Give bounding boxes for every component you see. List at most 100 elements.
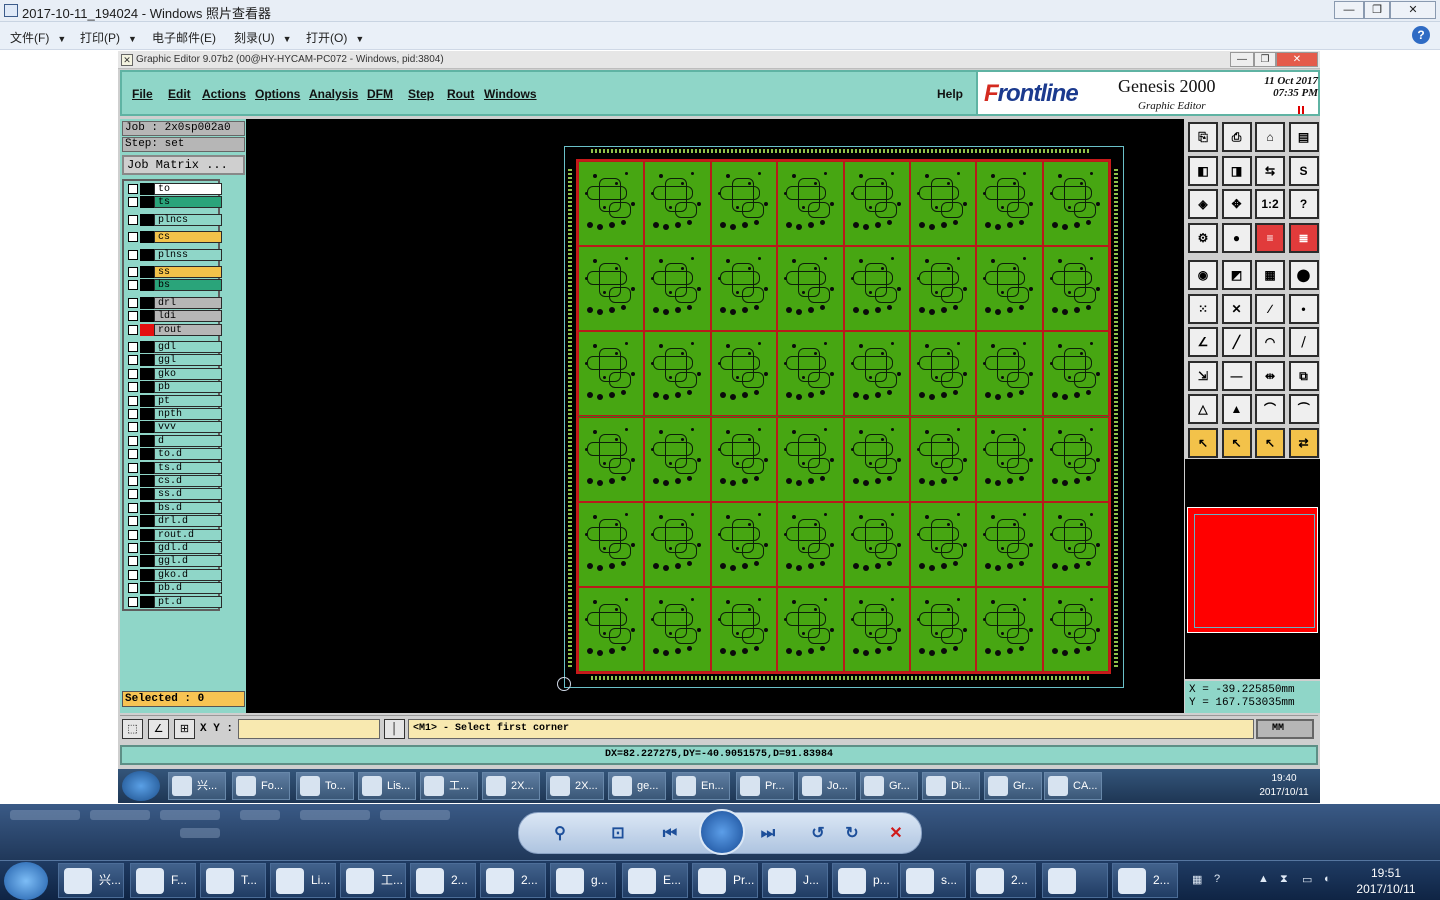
taskbar-button[interactable]: T... (200, 863, 266, 898)
layer-checkbox[interactable] (128, 249, 138, 260)
layer-name[interactable]: drl (154, 296, 222, 309)
grid-icon[interactable]: ⊞ (174, 719, 195, 739)
layer-name[interactable]: pb (154, 381, 222, 394)
menu-dfm[interactable]: DFM (367, 87, 393, 101)
layer-name[interactable]: ts (154, 196, 222, 209)
layer-row[interactable]: drl.d (126, 515, 222, 528)
layer-row[interactable]: pt (126, 394, 222, 407)
layer-checkbox[interactable] (128, 280, 138, 291)
layer-row[interactable]: gdl.d (126, 542, 222, 554)
layer-row[interactable]: pb.d (126, 582, 222, 595)
start-button[interactable] (4, 862, 48, 900)
close-button[interactable]: ✕ (1390, 1, 1436, 19)
pointer-1-icon[interactable]: ↖ (1188, 427, 1218, 458)
arch-1-icon[interactable]: ⌒ (1255, 394, 1285, 424)
layer-name[interactable]: rout.d (154, 528, 222, 541)
taskbar-button[interactable] (1042, 863, 1108, 898)
taskbar-button[interactable]: Li... (270, 863, 336, 898)
restore-button[interactable]: ❐ (1364, 1, 1390, 19)
angle-icon[interactable]: ∠ (148, 719, 169, 739)
layer-name[interactable]: gko (154, 367, 222, 380)
layer-checkbox[interactable] (128, 516, 138, 527)
taskbar-button[interactable]: g... (550, 863, 616, 898)
layer-row[interactable]: drl (126, 296, 222, 309)
menu-print[interactable]: 打印(P) ▼ (80, 29, 137, 46)
pipe-icon[interactable]: │ (384, 719, 405, 739)
layer-checkbox[interactable] (128, 422, 138, 433)
layer-row[interactable]: ts.d (126, 461, 222, 474)
taskbar-button[interactable]: J... (762, 863, 828, 898)
layer-checkbox[interactable] (128, 324, 138, 335)
layer-name[interactable]: gko.d (154, 568, 222, 581)
horizontal-line-icon[interactable]: — (1221, 360, 1252, 391)
layer-name[interactable]: cs.d (154, 475, 222, 487)
ge-restore-button[interactable]: ❐ (1254, 52, 1276, 67)
layer-checkbox[interactable] (128, 267, 138, 277)
snap-icon[interactable]: ⬚ (122, 719, 143, 739)
layer-checkbox[interactable] (128, 556, 138, 567)
menu-burn[interactable]: 刻录(U) ▼ (234, 29, 292, 46)
layer-checkbox[interactable] (128, 232, 138, 243)
layer-name[interactable]: to (154, 183, 222, 195)
taskbar-button[interactable]: 2... (1112, 863, 1178, 898)
layer-row[interactable]: to.d (126, 448, 222, 461)
menu-actions[interactable]: Actions (202, 87, 246, 101)
home-view-icon[interactable]: ⌂ (1255, 122, 1285, 152)
layer-row[interactable]: bs (126, 279, 222, 292)
add-line-net-icon[interactable]: ⁙ (1188, 293, 1218, 324)
taskbar-button[interactable]: Pr... (692, 863, 758, 898)
layer-checkbox[interactable] (128, 529, 138, 540)
layer-row[interactable]: gko.d (126, 568, 222, 581)
layer-name[interactable]: ts.d (154, 461, 222, 474)
layer-row[interactable]: cs (126, 231, 222, 244)
draw-arc-icon[interactable]: ◠ (1255, 327, 1285, 357)
layer-checkbox[interactable] (128, 409, 138, 419)
taskbar-button[interactable]: 2... (410, 863, 476, 898)
layer-row[interactable]: gdl (126, 341, 222, 353)
add-pad-icon[interactable]: • (1288, 293, 1319, 324)
zoom-fit-icon[interactable]: ◈ (1188, 189, 1218, 219)
layer-checkbox[interactable] (128, 214, 138, 225)
add-segment-icon[interactable]: ∕ (1255, 293, 1285, 324)
layer-checkbox[interactable] (128, 342, 138, 352)
zoom-right-icon[interactable]: ◨ (1221, 155, 1252, 186)
zoom-1-2-icon[interactable]: 1:2 (1255, 189, 1285, 219)
triangle-1-icon[interactable]: △ (1188, 394, 1218, 424)
rotate-left-icon[interactable]: ↺ (807, 823, 829, 845)
volume-icon[interactable]: ◐ (1324, 873, 1338, 887)
ge-close-button[interactable]: ✕ (1276, 52, 1318, 67)
taskbar-button[interactable]: 工... (340, 863, 406, 898)
layer-name[interactable]: pt (154, 394, 222, 407)
layer-row[interactable]: rout.d (126, 528, 222, 541)
power-icon[interactable]: ▭ (1302, 873, 1316, 887)
pointer-4-icon[interactable]: ⇄ (1288, 427, 1319, 458)
layer-checkbox[interactable] (128, 197, 138, 208)
taskbar-button[interactable]: E... (622, 863, 688, 898)
menu-edit[interactable]: Edit (168, 87, 191, 101)
taskbar-button[interactable]: 2... (480, 863, 546, 898)
menu-rout[interactable]: Rout (447, 87, 474, 101)
menu-analysis[interactable]: Analysis (309, 87, 358, 101)
layer-checkbox[interactable] (128, 184, 138, 194)
draw-angle-icon[interactable]: ∠ (1188, 327, 1218, 357)
layer-row[interactable]: ggl (126, 354, 222, 367)
layer-row[interactable]: to (126, 183, 222, 195)
delete-icon[interactable]: ✕ (885, 823, 907, 845)
menu-options[interactable]: Options (255, 87, 300, 101)
layer-row[interactable]: ts (126, 196, 222, 209)
copy-to-clipboard-icon[interactable]: ⎘ (1188, 122, 1218, 152)
zoom-left-icon[interactable]: ◧ (1188, 155, 1218, 186)
redraw-icon[interactable]: S (1288, 155, 1319, 186)
zoom-center-icon[interactable]: ✥ (1221, 189, 1252, 219)
layer-checkbox[interactable] (128, 435, 138, 446)
layer-row[interactable]: ss (126, 266, 222, 278)
layer-row[interactable]: vvv (126, 421, 222, 434)
layer-checkbox[interactable] (128, 311, 138, 322)
taskbar-button[interactable]: 兴... (58, 863, 124, 898)
menu-help[interactable]: Help (937, 87, 963, 101)
layer-row[interactable]: ggl.d (126, 555, 222, 568)
snap-toggle-icon[interactable]: ● (1221, 222, 1252, 253)
menu-email[interactable]: 电子邮件(E) (152, 29, 216, 46)
graphic-canvas[interactable] (246, 119, 1184, 713)
layer-name[interactable]: npth (154, 408, 222, 420)
